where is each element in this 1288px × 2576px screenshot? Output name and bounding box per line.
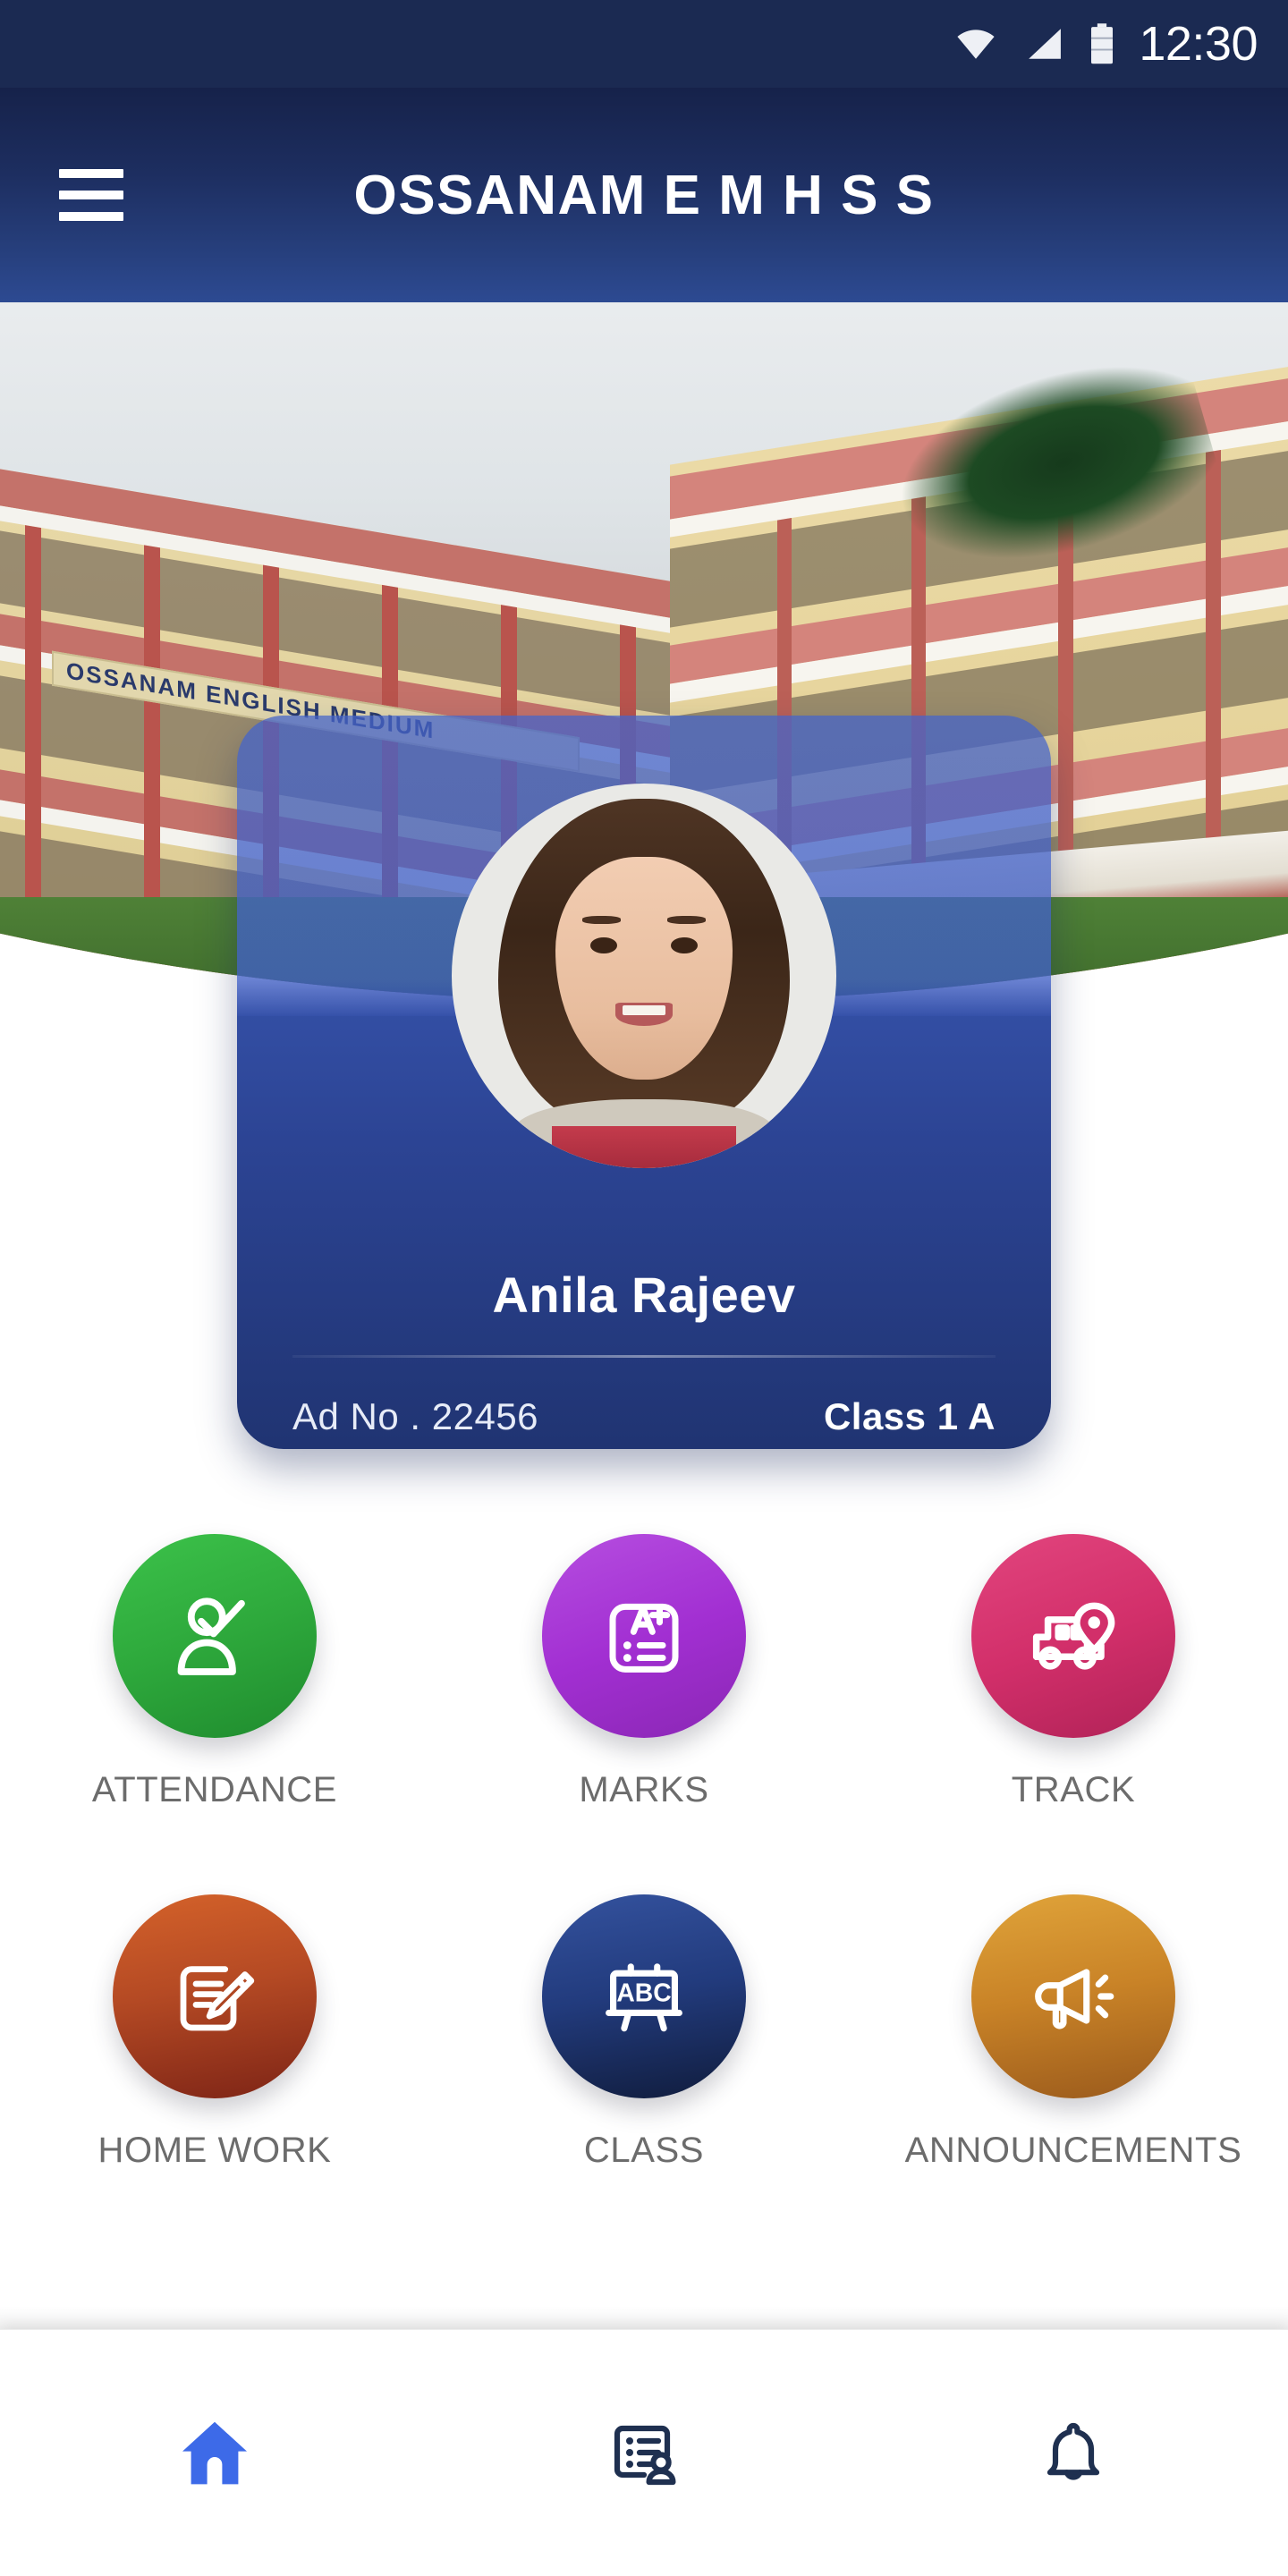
person-check-icon — [177, 1597, 245, 1675]
app-bar: OSSANAM E M H S S — [0, 88, 1288, 302]
marks-bubble[interactable] — [542, 1534, 746, 1738]
shortcut-row: HOME WORK ABC CLASS ANNOUNCEMENTS — [0, 1894, 1288, 2173]
class-badge: Class 1 A — [823, 1395, 996, 1437]
red-book — [551, 1125, 737, 1168]
status-bar: 12:30 — [0, 0, 1288, 88]
shortcut-marks[interactable]: MARKS — [429, 1534, 859, 1812]
shortcut-class[interactable]: ABC CLASS — [429, 1894, 859, 2173]
bottom-navigation-bar — [0, 2329, 1288, 2576]
shortcut-label: HOME WORK — [97, 2130, 332, 2170]
shortcut-label: ATTENDANCE — [91, 1770, 338, 1809]
eyebrow — [582, 916, 622, 924]
status-bar-clock: 12:30 — [1139, 17, 1258, 71]
abc-blackboard-icon: ABC — [606, 1963, 682, 2032]
admission-number: Ad No . 22456 — [292, 1395, 539, 1437]
app-screen: 12:30 OSSANAM E M H S S OSSANAM ENGLISH … — [0, 0, 1288, 2576]
card-meta-row: Ad No . 22456 Class 1 A — [292, 1395, 996, 1438]
svg-text:ABC: ABC — [616, 1978, 671, 2006]
hamburger-bar — [59, 212, 123, 221]
battery-icon — [1091, 23, 1114, 64]
document-pencil-icon — [180, 1966, 255, 2031]
home-icon — [182, 2421, 247, 2484]
home-work-bubble[interactable] — [113, 1894, 317, 2098]
pillar — [24, 524, 41, 921]
student-profile-list-icon — [614, 2425, 676, 2485]
nav-item-student-profile[interactable] — [429, 2330, 859, 2576]
card-divider — [292, 1355, 996, 1358]
grade-card-a-plus-icon — [609, 1603, 679, 1673]
class-bubble[interactable]: ABC — [542, 1894, 746, 2098]
pillar — [143, 545, 160, 942]
shortcut-attendance[interactable]: ATTENDANCE — [0, 1534, 429, 1812]
announcements-bubble[interactable] — [971, 1894, 1175, 2098]
avatar — [452, 784, 836, 1168]
track-bubble[interactable] — [971, 1534, 1175, 1738]
nav-item-home[interactable] — [0, 2330, 429, 2576]
hamburger-bar — [59, 169, 123, 178]
shortcut-label: MARKS — [579, 1770, 709, 1809]
nav-item-notifications[interactable] — [859, 2330, 1288, 2576]
shortcut-label: TRACK — [1011, 1770, 1136, 1809]
content-scroll-shadow — [0, 2306, 1288, 2329]
page-title: OSSANAM E M H S S — [353, 164, 935, 226]
shortcut-announcements[interactable]: ANNOUNCEMENTS — [859, 1894, 1288, 2173]
student-id-card[interactable]: Anila Rajeev Ad No . 22456 Class 1 A — [237, 716, 1051, 1449]
wifi-icon — [957, 30, 995, 59]
attendance-bubble[interactable] — [113, 1534, 317, 1738]
bell-icon — [1046, 2422, 1100, 2480]
student-photo — [452, 784, 836, 1168]
shortcut-grid: ATTENDANCE MARKS TRACK HOME WORK ABC CLA… — [0, 1534, 1288, 2173]
student-name: Anila Rajeev — [492, 1267, 796, 1323]
cellular-signal-icon — [1029, 29, 1062, 59]
teeth — [623, 1004, 665, 1015]
shortcut-label: CLASS — [583, 2130, 705, 2170]
shortcut-home-work[interactable]: HOME WORK — [0, 1894, 429, 2173]
shortcut-track[interactable]: TRACK — [859, 1534, 1288, 1812]
shortcut-row: ATTENDANCE MARKS TRACK — [0, 1534, 1288, 1812]
megaphone-icon — [1035, 1969, 1114, 2029]
status-bar-icons — [953, 22, 1115, 65]
eye — [589, 937, 617, 954]
bus-location-pin-icon — [1032, 1602, 1115, 1670]
eyebrow — [666, 916, 706, 924]
shortcut-label: ANNOUNCEMENTS — [904, 2130, 1242, 2170]
hamburger-menu-icon[interactable] — [59, 169, 123, 221]
hamburger-bar — [59, 191, 123, 199]
